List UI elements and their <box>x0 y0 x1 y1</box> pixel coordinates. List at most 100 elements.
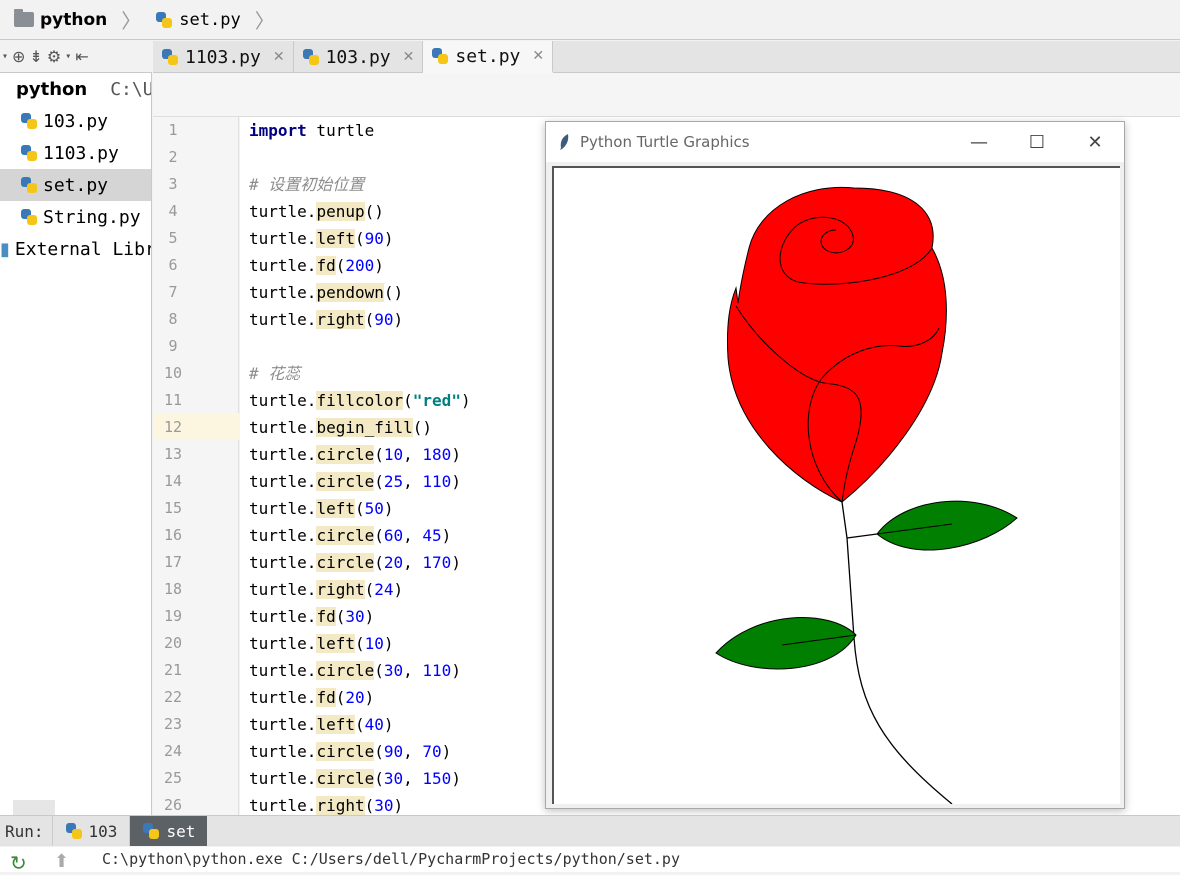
run-tab-103[interactable]: 103 <box>51 816 130 846</box>
python-file-icon <box>161 48 179 66</box>
python-file-icon <box>431 47 449 65</box>
code-text: turtle.pendown() <box>240 283 403 302</box>
code-token: , <box>403 526 423 545</box>
rerun-icon[interactable]: ↻ <box>10 851 32 875</box>
navigation-bar: python 〉 set.py 〉 <box>0 0 1180 40</box>
hide-panel-icon[interactable]: ⇤ <box>75 47 88 66</box>
code-token: turtle. <box>249 553 317 572</box>
code-token: 10 <box>364 634 384 653</box>
scrollbar[interactable] <box>13 800 55 815</box>
code-token: () <box>364 202 384 221</box>
code-token: 24 <box>374 580 394 599</box>
folder-icon <box>14 9 34 27</box>
code-text: turtle.left(50) <box>240 499 394 518</box>
code-token: 20 <box>383 553 404 572</box>
locate-icon[interactable]: ⊕ <box>12 47 25 66</box>
close-icon[interactable]: ✕ <box>273 49 285 65</box>
line-number: 19 <box>163 607 183 625</box>
tab-set[interactable]: set.py ✕ <box>423 41 554 73</box>
code-token: ( <box>354 634 365 653</box>
code-token: 180 <box>422 445 452 464</box>
code-token: ) <box>393 580 404 599</box>
tab-1103[interactable]: 1103.py ✕ <box>153 41 294 73</box>
line-number: 25 <box>163 769 183 787</box>
gear-icon[interactable]: ⚙ <box>47 47 61 66</box>
line-number: 10 <box>163 364 183 382</box>
close-button[interactable]: ✕ <box>1066 132 1124 153</box>
minimize-button[interactable]: — <box>950 132 1008 153</box>
tree-item-set[interactable]: set.py <box>0 169 151 201</box>
close-icon[interactable]: ✕ <box>532 48 544 64</box>
code-token: fd <box>316 607 336 626</box>
breadcrumb-file[interactable]: set.py <box>179 10 240 30</box>
code-token: turtle. <box>249 229 317 248</box>
line-number: 12 <box>163 418 183 436</box>
dropdown-arrow-icon[interactable]: ▾ <box>65 51 71 62</box>
code-text: turtle.circle(25, 110) <box>240 472 461 491</box>
python-file-icon <box>20 176 38 194</box>
code-token: turtle. <box>249 607 317 626</box>
code-token: , <box>403 472 423 491</box>
close-icon[interactable]: ✕ <box>403 49 415 65</box>
run-tab-label: 103 <box>88 821 118 841</box>
tree-root-path: C:\Us <box>110 78 151 100</box>
run-tab-set[interactable]: set <box>129 816 208 846</box>
rose-drawing <box>715 186 1018 805</box>
code-token: turtle. <box>249 634 317 653</box>
line-number: 8 <box>168 310 178 328</box>
code-token: ( <box>374 742 384 761</box>
turtle-canvas[interactable] <box>552 166 1120 805</box>
run-console[interactable]: ↻ ⬆ C:\python\python.exe C:/Users/dell/P… <box>0 847 1180 875</box>
code-text: turtle.fd(200) <box>240 256 384 275</box>
python-file-icon <box>20 208 38 226</box>
line-number: 16 <box>163 526 183 544</box>
code-token: 20 <box>345 688 365 707</box>
code-token: , <box>403 445 423 464</box>
code-token: ( <box>374 553 384 572</box>
tree-root[interactable]: python C:\Us <box>0 73 151 105</box>
code-text: turtle.circle(30, 110) <box>240 661 461 680</box>
code-token: 60 <box>383 526 404 545</box>
code-token: () <box>383 283 404 302</box>
code-text: # 花蕊 <box>240 364 300 383</box>
code-token: ( <box>374 526 384 545</box>
line-number: 13 <box>163 445 183 463</box>
code-token: ( <box>335 256 346 275</box>
tab-103[interactable]: 103.py ✕ <box>294 41 424 73</box>
tree-root-label: python <box>16 78 88 100</box>
feather-icon <box>560 134 569 150</box>
editor-header <box>153 73 1180 117</box>
dropdown-arrow-icon[interactable]: ▾ <box>2 51 8 62</box>
code-token: 30 <box>374 796 394 815</box>
code-token: ( <box>354 229 365 248</box>
turtle-window-titlebar[interactable]: Python Turtle Graphics — ☐ ✕ <box>546 122 1124 162</box>
run-toolbar: Run: 103 set <box>0 815 1180 846</box>
arrow-up-icon[interactable]: ⬆ <box>54 851 69 872</box>
code-token: turtle. <box>249 715 317 734</box>
collapse-all-icon[interactable]: ⇟ <box>29 47 42 66</box>
code-token: 110 <box>422 472 452 491</box>
code-token: left <box>316 715 355 734</box>
code-token: # 花蕊 <box>249 364 301 383</box>
tree-item-103[interactable]: 103.py <box>0 105 151 137</box>
code-token: ) <box>460 391 471 410</box>
line-number: 18 <box>163 580 183 598</box>
maximize-button[interactable]: ☐ <box>1008 132 1066 153</box>
tab-label: 103.py <box>325 46 391 68</box>
code-text: turtle.left(90) <box>240 229 394 248</box>
breadcrumb-project[interactable]: python <box>40 10 107 30</box>
turtle-window[interactable]: Python Turtle Graphics — ☐ ✕ <box>545 121 1125 809</box>
code-token: circle <box>316 742 375 761</box>
code-token: left <box>316 499 355 518</box>
line-number: 14 <box>163 472 183 490</box>
tree-item-string[interactable]: String.py <box>0 201 151 233</box>
tree-item-external-libraries[interactable]: ▮ External Libr <box>0 233 151 265</box>
line-number: 1 <box>168 121 178 139</box>
tree-item-1103[interactable]: 1103.py <box>0 137 151 169</box>
tab-label: 1103.py <box>185 46 261 68</box>
run-label: Run: <box>5 821 44 841</box>
code-token: ( <box>335 688 346 707</box>
line-number: 6 <box>168 256 178 274</box>
python-file-icon <box>20 112 38 130</box>
code-token: turtle. <box>249 202 317 221</box>
